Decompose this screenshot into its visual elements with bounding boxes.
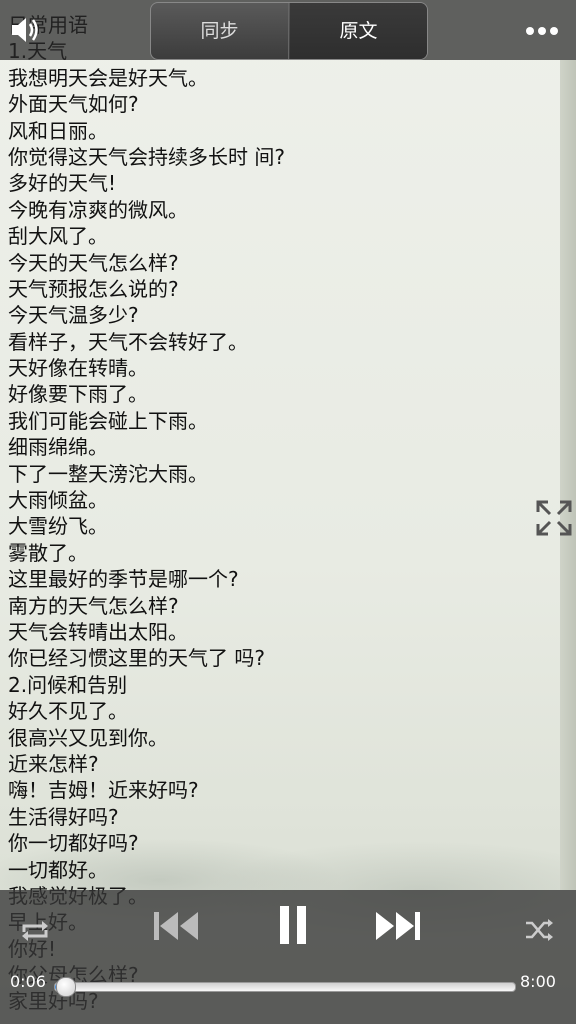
text-line: 你已经习惯这里的天气了 吗? (8, 646, 265, 671)
text-line: 一切都好。 (8, 857, 108, 882)
top-bar: 同步 原文 (0, 0, 576, 60)
next-track-icon[interactable] (374, 908, 422, 944)
text-line: 今天气温多少? (8, 303, 139, 328)
text-line: 细雨绵绵。 (8, 435, 108, 460)
progress-thumb[interactable] (56, 977, 76, 997)
total-time: 8:00 (520, 972, 556, 991)
view-mode-segmented-control: 同步 原文 (150, 2, 428, 60)
text-line: 好像要下雨了。 (8, 382, 148, 407)
text-line: 嗨！吉姆！近来好吗? (8, 778, 199, 803)
text-line: 刮大风了。 (8, 224, 108, 249)
text-line: 外面天气如何? (8, 92, 139, 117)
text-line: 我想明天会是好天气。 (8, 65, 208, 90)
expand-icon[interactable] (534, 498, 574, 538)
text-line: 风和日丽。 (8, 118, 108, 143)
text-line: 今天的天气怎么样? (8, 250, 179, 275)
text-line: 近来怎样? (8, 751, 99, 776)
menu-dots-icon[interactable] (524, 20, 564, 35)
text-line: 下了一整天滂沱大雨。 (8, 461, 208, 486)
lyrics-text[interactable]: 日常用语1.天气我想明天会是好天气。外面天气如何?风和日丽。你觉得这天气会持续多… (8, 12, 558, 1015)
text-line: 生活得好吗? (8, 804, 119, 829)
shuffle-icon[interactable] (524, 916, 554, 944)
previous-track-icon[interactable] (152, 908, 200, 944)
text-line: 大雪纷飞。 (8, 514, 108, 539)
pause-icon[interactable] (278, 904, 308, 946)
text-line: 多好的天气! (8, 171, 117, 196)
text-line: 雾散了。 (8, 540, 88, 565)
text-line: 这里最好的季节是哪一个? (8, 567, 239, 592)
text-line: 今晚有凉爽的微风。 (8, 197, 188, 222)
speaker-icon[interactable] (8, 12, 44, 48)
current-time: 0:06 (10, 972, 46, 991)
text-line: 我们可能会碰上下雨。 (8, 408, 208, 433)
text-line: 天气会转晴出太阳。 (8, 619, 188, 644)
text-line: 南方的天气怎么样? (8, 593, 179, 618)
text-line: 看样子，天气不会转好了。 (8, 329, 248, 354)
text-line: 2.问候和告别 (8, 672, 128, 697)
text-line: 大雨倾盆。 (8, 488, 108, 513)
text-line: 你一切都好吗? (8, 831, 139, 856)
text-line: 好久不见了。 (8, 699, 128, 724)
progress-slider[interactable] (54, 977, 516, 997)
page-edge (560, 60, 576, 890)
player-controls: 0:06 8:00 (0, 890, 576, 1024)
tab-original[interactable]: 原文 (290, 3, 427, 59)
repeat-icon[interactable] (18, 914, 52, 948)
text-line: 你觉得这天气会持续多长时 间? (8, 144, 285, 169)
text-line: 天好像在转晴。 (8, 356, 148, 381)
text-line: 很高兴又见到你。 (8, 725, 168, 750)
tab-sync[interactable]: 同步 (151, 3, 289, 59)
text-line: 天气预报怎么说的? (8, 276, 179, 301)
